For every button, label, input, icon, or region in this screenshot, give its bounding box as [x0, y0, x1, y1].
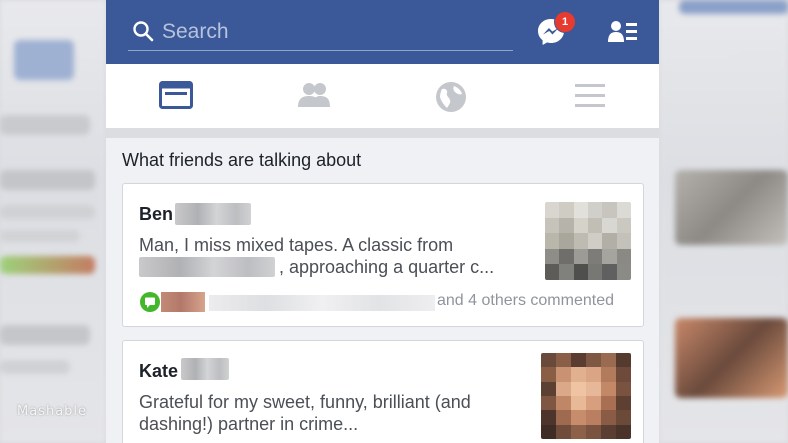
background-right — [659, 0, 788, 443]
blurred-commenter-names — [209, 295, 435, 311]
comment-summary[interactable]: and 4 others commented — [139, 290, 629, 314]
tab-news-feed[interactable] — [106, 64, 244, 128]
tab-bar — [106, 64, 659, 128]
background-left — [0, 0, 106, 443]
post-text-line2: dashing!) partner in crime... — [139, 414, 359, 434]
blurred-last-name — [175, 203, 251, 225]
post-thumbnail[interactable] — [541, 353, 631, 439]
tab-friends[interactable] — [244, 64, 382, 128]
friend-requests-icon — [608, 21, 637, 42]
menu-icon — [575, 84, 605, 107]
author-name[interactable]: Ben — [139, 204, 173, 225]
news-feed-icon — [159, 81, 193, 109]
top-bar: 1 — [106, 0, 659, 64]
friends-icon — [298, 83, 330, 107]
story-card[interactable]: Kate Grateful for my sweet, funny, brill… — [122, 340, 644, 443]
commenter-avatars — [161, 292, 205, 312]
search-input[interactable] — [162, 18, 502, 46]
friend-requests-button[interactable] — [608, 19, 638, 45]
tab-menu[interactable] — [520, 64, 658, 128]
story-card[interactable]: Ben Man, I miss mixed tapes. A classic f… — [122, 183, 644, 327]
blurred-last-name — [181, 358, 229, 380]
search-bar[interactable] — [128, 14, 513, 51]
section-title: What friends are talking about — [122, 150, 362, 170]
divider — [106, 128, 659, 138]
watermark: Mashable — [17, 404, 88, 419]
post-text-line1: Grateful for my sweet, funny, brilliant … — [139, 392, 471, 412]
post-text-line2: , approaching a quarter c... — [279, 257, 495, 277]
post-thumbnail[interactable] — [545, 202, 631, 280]
author-name[interactable]: Kate — [139, 361, 178, 382]
comment-icon — [140, 292, 160, 312]
search-icon — [132, 20, 154, 47]
blurred-text — [139, 257, 275, 277]
phone-screen: 1 — [106, 0, 659, 443]
comments-count-text: and 4 others commented — [437, 292, 614, 309]
post-text-line1: Man, I miss mixed tapes. A classic from — [139, 235, 454, 255]
globe-icon — [436, 82, 466, 112]
post-text-line2-row: , approaching a quarter c... — [139, 256, 519, 278]
messages-badge: 1 — [554, 11, 576, 33]
tab-notifications[interactable] — [382, 64, 520, 128]
